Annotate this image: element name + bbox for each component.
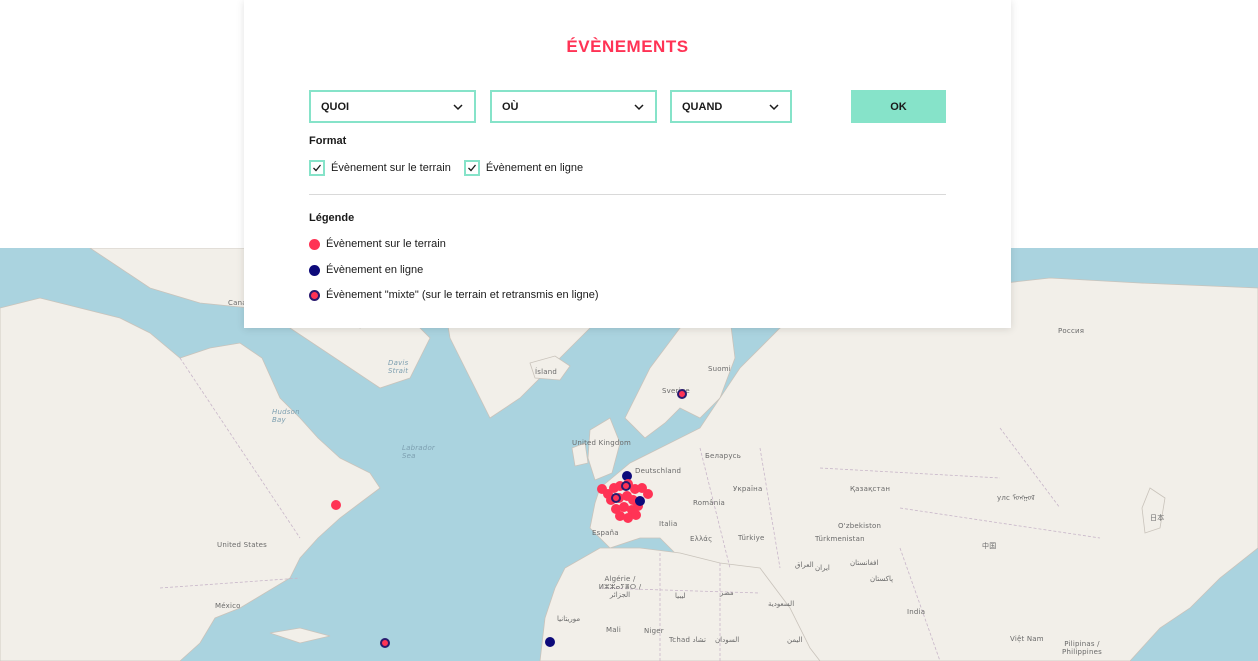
- label-hudson-bay: Hudson Bay: [272, 408, 300, 424]
- label-belarus: Беларусь: [705, 452, 742, 460]
- label-india: India: [907, 608, 926, 616]
- event-marker-terrain[interactable]: [631, 510, 641, 520]
- label-iran: ایران: [815, 564, 830, 572]
- label-mexico: México: [215, 602, 241, 610]
- format-option-terrain-label: Évènement sur le terrain: [331, 162, 451, 174]
- legend-item-label: Évènement "mixte" (sur le terrain et ret…: [326, 289, 599, 301]
- label-afghanistan: افغانستان: [850, 559, 879, 567]
- terrain-dot-icon: [309, 238, 320, 250]
- ok-button[interactable]: OK: [851, 90, 946, 123]
- check-icon: [467, 164, 476, 172]
- when-select[interactable]: QUAND: [670, 90, 792, 123]
- divider: [309, 194, 946, 195]
- filters-bar: QUOI OÙ QUAND OK: [309, 90, 946, 123]
- label-pakistan: پاکستان: [870, 575, 894, 583]
- when-select-label: QUAND: [682, 100, 723, 113]
- label-espana: España: [592, 529, 619, 537]
- chevron-down-icon: [453, 103, 463, 110]
- what-select-label: QUOI: [321, 100, 350, 113]
- label-philippines: Pilipinas / Philippines: [1062, 640, 1102, 656]
- label-ellas: Ελλάς: [690, 535, 713, 543]
- legend-item-terrain: Évènement sur le terrain: [309, 238, 446, 250]
- label-germany: Deutschland: [635, 467, 682, 475]
- checkbox-terrain[interactable]: [309, 160, 325, 176]
- label-china: 中国: [982, 542, 997, 550]
- label-mongolia: улс ᠮᠣᠩᠭᠣᠯ: [997, 494, 1035, 502]
- label-romania: România: [693, 499, 726, 507]
- event-marker-terrain[interactable]: [643, 489, 653, 499]
- label-usa: United States: [217, 541, 268, 549]
- label-niger: Niger: [644, 627, 664, 635]
- events-filter-panel: ÉVÈNEMENTS QUOI OÙ QUAND OK Format Évène…: [244, 0, 1011, 328]
- label-sudan: السودان: [715, 636, 740, 644]
- event-marker-online[interactable]: [635, 496, 645, 506]
- label-turkmenistan: Türkmenistan: [815, 535, 865, 543]
- check-icon: [313, 164, 322, 172]
- chevron-down-icon: [634, 103, 644, 110]
- event-marker-mixte[interactable]: [611, 493, 621, 503]
- label-kazakhstan: Қазақстан: [850, 485, 891, 493]
- label-russia: Россия: [1058, 327, 1085, 335]
- what-select[interactable]: QUOI: [309, 90, 476, 123]
- label-saudi: السعودية: [768, 600, 795, 608]
- legend-item-online: Évènement en ligne: [309, 264, 423, 276]
- event-marker-online[interactable]: [545, 637, 555, 647]
- event-marker-mixte[interactable]: [380, 638, 390, 648]
- format-option-online-label: Évènement en ligne: [485, 162, 584, 174]
- label-mauritania: موريتانيا: [557, 615, 581, 623]
- label-uk: United Kingdom: [572, 439, 631, 447]
- checkbox-online[interactable]: [463, 160, 480, 176]
- event-marker-mixte[interactable]: [621, 481, 631, 491]
- label-italia: Italia: [659, 520, 678, 528]
- legend-item-label: Évènement en ligne: [326, 264, 424, 276]
- label-davis-strait: Davis Strait: [388, 359, 409, 375]
- page-title: ÉVÈNEMENTS: [566, 37, 689, 56]
- label-uzbekistan: O'zbekiston: [838, 522, 882, 530]
- label-ukraine: Україна: [733, 485, 763, 493]
- where-select-label: OÙ: [502, 100, 519, 113]
- label-japan: 日本: [1150, 514, 1165, 522]
- mixte-dot-icon: [309, 289, 320, 301]
- event-marker-mixte[interactable]: [677, 389, 687, 399]
- label-iraq: العراق: [795, 561, 814, 569]
- format-heading: Format: [309, 135, 347, 147]
- event-marker-terrain[interactable]: [331, 500, 341, 510]
- where-select[interactable]: OÙ: [490, 90, 657, 123]
- label-mali: Mali: [606, 626, 622, 634]
- legend-item-mixte: Évènement "mixte" (sur le terrain et ret…: [309, 289, 599, 301]
- format-option-terrain[interactable]: Évènement sur le terrain: [309, 160, 451, 176]
- label-algeria: Algérie / ⵍⵣⵣⴰⵢⴻⵔ / الجزائر: [598, 575, 642, 599]
- label-suomi: Suomi: [708, 365, 731, 373]
- label-libya: ليبيا: [675, 592, 686, 600]
- label-tchad: Tchad تشاد: [669, 636, 706, 644]
- online-dot-icon: [309, 264, 320, 276]
- label-yemen: اليمن: [787, 636, 803, 644]
- format-options: Évènement sur le terrain Évènement en li…: [309, 160, 596, 176]
- chevron-down-icon: [769, 103, 779, 110]
- label-egypt: مصر: [720, 589, 734, 597]
- label-vietnam: Việt Nam: [1010, 635, 1044, 643]
- legend-item-label: Évènement sur le terrain: [326, 238, 446, 250]
- label-turkiye: Türkiye: [738, 534, 765, 542]
- label-labrador-sea: Labrador Sea: [402, 444, 436, 460]
- label-island: Ísland: [535, 368, 558, 376]
- legend-heading: Légende: [309, 212, 355, 224]
- format-option-online[interactable]: Évènement en ligne: [463, 160, 584, 176]
